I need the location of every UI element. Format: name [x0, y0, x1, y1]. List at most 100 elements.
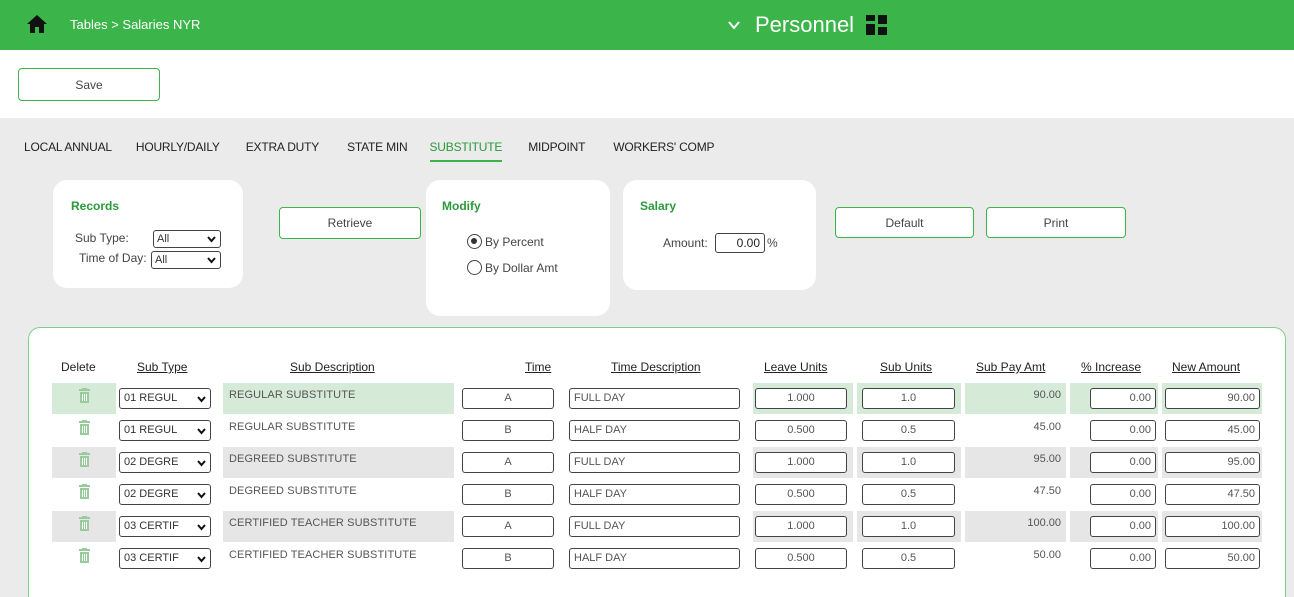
by-percent-radio[interactable]: By Percent [467, 234, 544, 249]
pct-increase-cell-input[interactable]: 0.00 [1090, 484, 1156, 505]
time-description-cell-input[interactable]: FULL DAY [569, 388, 740, 409]
tab-midpoint[interactable]: MIDPOINT [528, 140, 585, 162]
save-button[interactable]: Save [18, 68, 160, 101]
radio-unselected-icon[interactable] [467, 260, 482, 275]
time-description-cell-input[interactable]: HALF DAY [569, 420, 740, 441]
pct-increase-cell-input[interactable]: 0.00 [1090, 452, 1156, 473]
sub-type-cell-select[interactable]: 01 REGUL [119, 420, 211, 441]
time-description-cell-input[interactable]: FULL DAY [569, 516, 740, 537]
sub-type-cell-select[interactable]: 03 CERTIF [119, 548, 211, 569]
col-time-description[interactable]: Time Description [611, 360, 701, 374]
sub-units-cell-input[interactable]: 1.0 [862, 452, 955, 473]
retrieve-button[interactable]: Retrieve [279, 207, 421, 239]
col-leave-units[interactable]: Leave Units [764, 360, 827, 374]
tab-hourly-daily[interactable]: HOURLY/DAILY [136, 140, 220, 162]
trash-icon[interactable] [78, 516, 91, 531]
sub-description-cell: DEGREED SUBSTITUTE [229, 453, 357, 465]
pct-increase-cell-input[interactable]: 0.00 [1090, 548, 1156, 569]
grid-menu-icon[interactable] [866, 15, 888, 35]
sub-units-cell-input[interactable]: 0.5 [862, 420, 955, 441]
table-row: 03 CERTIF CERTIFIED TEACHER SUBSTITUTE A FU… [52, 511, 1262, 542]
table-row: 01 REGUL REGULAR SUBSTITUTE A FULL DAY 1.000… [52, 383, 1262, 414]
sub-type-cell-select[interactable]: 01 REGUL [119, 388, 211, 409]
leave-units-cell-input[interactable]: 0.500 [755, 548, 847, 569]
leave-units-cell-input[interactable]: 1.000 [755, 388, 847, 409]
new-amount-cell-input[interactable]: 47.50 [1165, 484, 1260, 505]
module-switcher[interactable]: Personnel [727, 10, 888, 40]
new-amount-cell-input[interactable]: 95.00 [1165, 452, 1260, 473]
time-of-day-select[interactable]: All [151, 251, 221, 269]
sub-pay-amt-cell: 95.00 [1033, 453, 1061, 465]
trash-icon[interactable] [78, 452, 91, 467]
sub-units-cell-input[interactable]: 0.5 [862, 548, 955, 569]
chevron-down-icon [207, 257, 216, 264]
col-sub-description[interactable]: Sub Description [290, 360, 375, 374]
col-sub-units[interactable]: Sub Units [880, 360, 932, 374]
home-icon[interactable] [26, 14, 48, 34]
col-pct-increase[interactable]: % Increase [1081, 360, 1141, 374]
sub-units-cell-input[interactable]: 1.0 [862, 388, 955, 409]
tab-extra-duty[interactable]: EXTRA DUTY [246, 140, 320, 162]
sub-type-cell-select[interactable]: 02 DEGRE [119, 484, 211, 505]
records-panel: Records Sub Type: All Time of Day: All [53, 180, 243, 288]
sub-pay-amt-cell: 50.00 [1033, 549, 1061, 561]
trash-icon[interactable] [78, 484, 91, 499]
by-dollar-radio[interactable]: By Dollar Amt [467, 260, 558, 275]
tab-local-annual[interactable]: LOCAL ANNUAL [24, 140, 112, 162]
time-of-day-label: Time of Day: [79, 251, 147, 265]
amount-input[interactable]: 0.00 [715, 233, 765, 253]
sub-type-cell-select[interactable]: 03 CERTIF [119, 516, 211, 537]
trash-icon[interactable] [78, 420, 91, 435]
trash-icon[interactable] [78, 388, 91, 403]
new-amount-cell-input[interactable]: 45.00 [1165, 420, 1260, 441]
salary-panel: Salary Amount: 0.00 % [623, 180, 816, 290]
leave-units-cell-input[interactable]: 0.500 [755, 484, 847, 505]
top-bar: Tables > Salaries NYR Personnel [0, 0, 1294, 50]
col-time[interactable]: Time [525, 360, 551, 374]
sub-description-cell: REGULAR SUBSTITUTE [229, 421, 356, 433]
col-sub-pay-amt[interactable]: Sub Pay Amt [976, 360, 1045, 374]
new-amount-cell-input[interactable]: 100.00 [1165, 516, 1260, 537]
time-cell-input[interactable]: A [462, 452, 554, 473]
time-cell-input[interactable]: A [462, 516, 554, 537]
sub-description-cell: CERTIFIED TEACHER SUBSTITUTE [229, 517, 417, 529]
time-cell-input[interactable]: B [462, 484, 554, 505]
tab-bar: LOCAL ANNUAL HOURLY/DAILY EXTRA DUTY STA… [24, 140, 714, 162]
new-amount-cell-input[interactable]: 50.00 [1165, 548, 1260, 569]
time-description-cell-input[interactable]: FULL DAY [569, 452, 740, 473]
percent-unit: % [767, 236, 778, 250]
leave-units-cell-input[interactable]: 1.000 [755, 452, 847, 473]
sub-pay-amt-cell: 90.00 [1033, 389, 1061, 401]
leave-units-cell-input[interactable]: 0.500 [755, 420, 847, 441]
new-amount-cell-input[interactable]: 90.00 [1165, 388, 1260, 409]
time-cell-input[interactable]: A [462, 388, 554, 409]
tab-state-min[interactable]: STATE MIN [347, 140, 408, 162]
col-delete: Delete [61, 360, 96, 374]
sub-description-cell: CERTIFIED TEACHER SUBSTITUTE [229, 549, 417, 561]
sub-type-select[interactable]: All [153, 230, 221, 248]
tab-workers-comp[interactable]: WORKERS' COMP [613, 140, 714, 162]
sub-pay-amt-cell: 47.50 [1033, 485, 1061, 497]
pct-increase-cell-input[interactable]: 0.00 [1090, 388, 1156, 409]
breadcrumb[interactable]: Tables > Salaries NYR [70, 17, 200, 32]
table-row: 03 CERTIF CERTIFIED TEACHER SUBSTITUTE B HA… [52, 543, 1262, 574]
sub-type-cell-select[interactable]: 02 DEGRE [119, 452, 211, 473]
radio-selected-icon[interactable] [467, 234, 482, 249]
col-sub-type[interactable]: Sub Type [137, 360, 187, 374]
chevron-down-icon [197, 428, 206, 435]
sub-units-cell-input[interactable]: 0.5 [862, 484, 955, 505]
pct-increase-cell-input[interactable]: 0.00 [1090, 516, 1156, 537]
time-description-cell-input[interactable]: HALF DAY [569, 484, 740, 505]
time-cell-input[interactable]: B [462, 548, 554, 569]
default-button[interactable]: Default [835, 207, 974, 238]
col-new-amount[interactable]: New Amount [1172, 360, 1240, 374]
sub-units-cell-input[interactable]: 1.0 [862, 516, 955, 537]
chevron-down-icon[interactable] [727, 18, 741, 32]
time-cell-input[interactable]: B [462, 420, 554, 441]
time-description-cell-input[interactable]: HALF DAY [569, 548, 740, 569]
print-button[interactable]: Print [986, 207, 1126, 238]
trash-icon[interactable] [78, 548, 91, 563]
leave-units-cell-input[interactable]: 1.000 [755, 516, 847, 537]
pct-increase-cell-input[interactable]: 0.00 [1090, 420, 1156, 441]
tab-substitute[interactable]: SUBSTITUTE [429, 140, 502, 162]
